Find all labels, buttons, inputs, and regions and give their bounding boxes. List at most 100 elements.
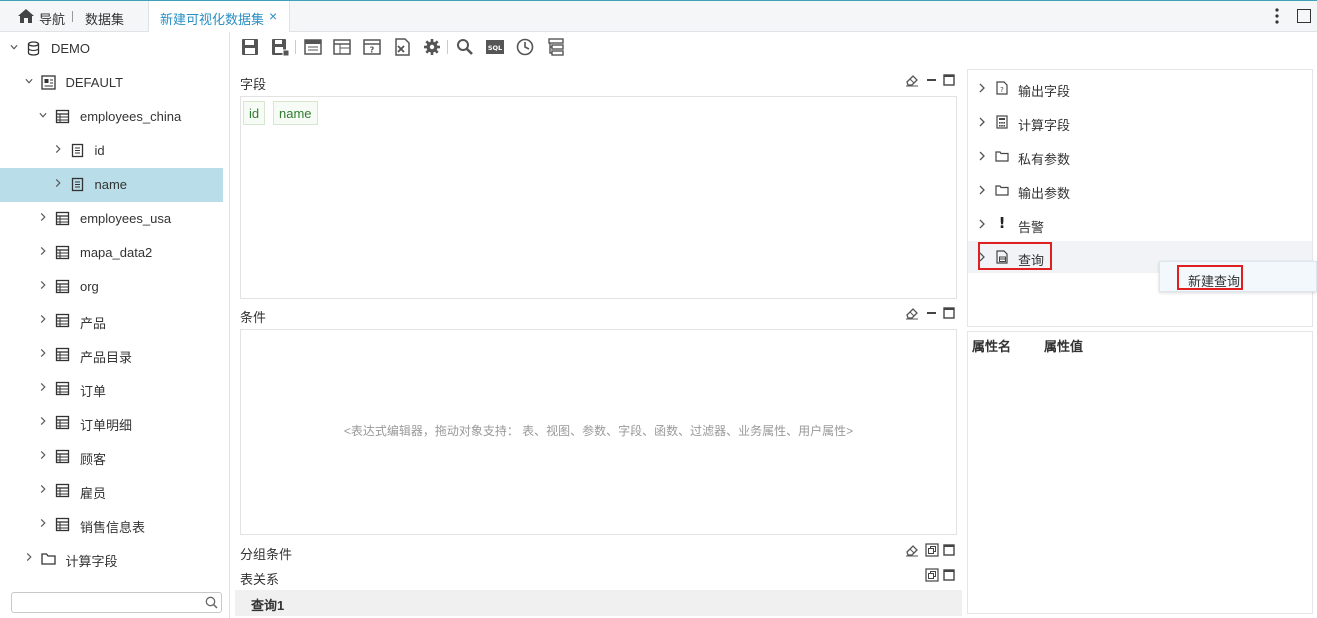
tree-item-alerts[interactable]: ! 告警 [968,208,1312,240]
minimize-icon[interactable] [925,73,939,87]
chevron-right-icon[interactable] [39,450,47,460]
search-icon[interactable] [455,37,475,57]
export-icon[interactable] [392,37,412,57]
table-icon [55,245,70,260]
fields-drop-area[interactable]: id name [240,96,957,299]
maximize-icon[interactable] [1297,9,1311,23]
tree-node-label: id [94,143,105,158]
new-query-menu-item[interactable]: 新建查询 [1177,265,1243,290]
chevron-right-icon[interactable] [39,314,47,324]
tree-node-9[interactable]: 产品目录 [0,338,223,372]
tree-node-5[interactable]: employees_usa [0,202,223,236]
tree-node-15[interactable]: 计算字段 [0,542,223,576]
more-vertical-icon[interactable] [1272,7,1282,25]
filter-tree-icon[interactable] [546,37,566,57]
divider [72,11,73,22]
tab-query1[interactable]: 查询1 [251,595,284,614]
chevron-right-icon[interactable] [54,144,62,154]
eraser-icon[interactable] [905,306,919,320]
chevron-right-icon[interactable] [39,348,47,358]
context-menu: 新建查询 [1159,261,1317,292]
tree-item-calculated-fields[interactable]: 计算字段 [968,106,1312,138]
tree-node-7[interactable]: org [0,270,223,304]
search-icon[interactable] [205,596,218,609]
chevron-right-icon[interactable] [979,117,986,127]
chevron-right-icon[interactable] [979,185,986,195]
save-as-icon[interactable] [270,37,290,57]
maximize-panel-icon[interactable] [942,73,956,87]
chevron-right-icon[interactable] [39,246,47,256]
maximize-panel-icon[interactable] [942,306,956,320]
condition-editor[interactable]: <表达式编辑器，拖动对象支持： 表、视图、参数、字段、函数、过滤器、业务属性、用… [240,329,957,535]
tree-node-label: DEFAULT [65,75,124,90]
table-icon [55,517,70,532]
tree-search-input[interactable] [16,595,196,610]
tree-item-output-fields[interactable]: ? 输出字段 [968,72,1312,104]
tree-item-label: 输出字段 [1018,84,1071,99]
maximize-panel-icon[interactable] [942,568,956,582]
tree-node-0[interactable]: DEMO [0,32,223,66]
chevron-right-icon[interactable] [39,484,47,494]
help-doc-icon[interactable]: ? [362,37,382,57]
chevron-right-icon[interactable] [39,382,47,392]
chevron-down-icon[interactable] [10,42,18,52]
restore-icon[interactable] [925,543,939,557]
tree-node-label: DEMO [51,41,90,56]
tree-node-label: 订单 [80,384,107,399]
tree-node-12[interactable]: 顾客 [0,440,223,474]
chevron-right-icon[interactable] [979,219,986,229]
chevron-right-icon[interactable] [39,518,47,528]
condition-hint: <表达式编辑器，拖动对象支持： 表、视图、参数、字段、函数、过滤器、业务属性、用… [343,424,854,438]
schema-icon [40,75,56,90]
chevron-down-icon[interactable] [39,110,47,120]
eraser-icon[interactable] [905,543,919,557]
sql-icon[interactable]: SQL [485,37,505,57]
field-chip-id[interactable]: id [243,101,266,125]
output-field-icon: ? [996,81,1008,95]
tree-node-6[interactable]: mapa_data2 [0,236,223,270]
tree-node-14[interactable]: 销售信息表 [0,508,223,542]
tree-node-3[interactable]: id [0,134,223,168]
restore-icon[interactable] [925,568,939,582]
eraser-icon[interactable] [905,73,919,87]
tree-node-2[interactable]: employees_china [0,100,223,134]
save-icon[interactable] [240,37,260,57]
tree-node-10[interactable]: 订单 [0,372,223,406]
home-icon[interactable] [18,9,34,23]
tree-node-11[interactable]: 订单明细 [0,406,223,440]
tree-item-output-params[interactable]: 输出参数 [968,174,1312,206]
tree-node-label: employees_usa [80,211,172,226]
tree-item-private-params[interactable]: 私有参数 [968,140,1312,172]
chevron-right-icon[interactable] [39,280,47,290]
tree-node-4[interactable]: name [0,168,223,202]
chevron-down-icon[interactable] [24,76,33,86]
tree-node-label: 产品 [80,316,107,331]
tree-node-label: 顾客 [80,452,107,467]
tab-new-visual-dataset[interactable]: 新建可视化数据集 × [148,1,290,32]
chevron-right-icon[interactable] [54,178,62,188]
chevron-right-icon[interactable] [39,416,47,426]
nav-tab[interactable]: 导航 [39,9,65,28]
minimize-icon[interactable] [925,306,939,320]
toolbar-divider [295,40,296,54]
chevron-right-icon[interactable] [25,552,33,562]
close-tab-icon[interactable]: × [269,8,277,24]
toolbar: ? SQL [240,37,580,59]
settings-gear-icon[interactable] [422,37,442,57]
dataset-tab[interactable]: 数据集 [85,9,124,28]
chevron-right-icon[interactable] [979,151,986,161]
chevron-right-icon[interactable] [39,212,47,222]
tree-node-8[interactable]: 产品 [0,304,223,338]
field-chip-name[interactable]: name [273,101,318,125]
clock-icon[interactable] [515,37,535,57]
maximize-panel-icon[interactable] [942,543,956,557]
tree-node-13[interactable]: 雇员 [0,474,223,508]
tab-label: 新建可视化数据集 [160,12,265,27]
tree-search-box[interactable] [11,592,222,613]
layout-icon[interactable] [332,37,352,57]
relation-panel-title: 表关系 [240,572,280,587]
tree-node-1[interactable]: DEFAULT [0,66,223,100]
tree-item-label: 输出参数 [1018,186,1071,201]
preview-icon[interactable] [303,37,323,57]
chevron-right-icon[interactable] [979,83,986,93]
